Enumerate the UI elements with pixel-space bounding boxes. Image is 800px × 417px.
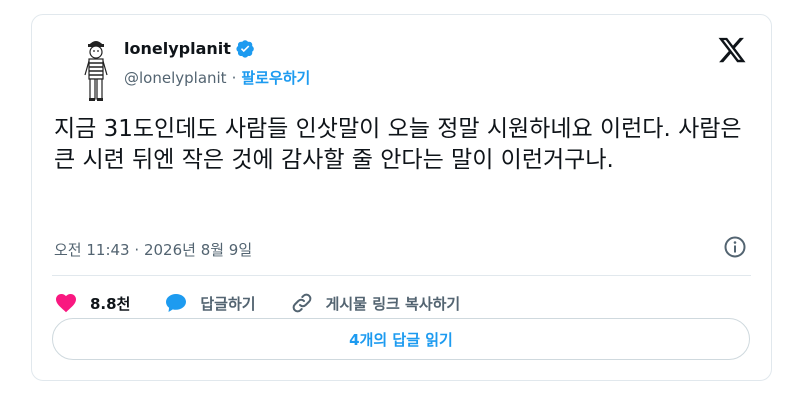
reply-bubble-icon: [166, 294, 187, 312]
handle-separator: ·: [231, 68, 237, 87]
read-replies-button[interactable]: 4개의 답글 읽기: [52, 318, 750, 360]
info-icon[interactable]: [723, 235, 747, 259]
tweet-time: 오전 11:43: [54, 241, 130, 259]
heart-icon: [56, 294, 76, 313]
tweet-text: 지금 31도인데도 사람들 인삿말이 오늘 정말 시원하네요 이런다. 사람은 …: [54, 116, 742, 173]
x-logo-icon[interactable]: [717, 35, 747, 65]
tweet-date: 2026년 8월 9일: [143, 241, 253, 259]
copy-link-button[interactable]: 게시물 링크 복사하기: [290, 291, 461, 315]
handle-row: @lonelyplanit · 팔로우하기: [124, 67, 310, 88]
meta-separator: ·: [134, 241, 140, 259]
link-icon: [292, 293, 311, 313]
reply-label: 답글하기: [200, 294, 256, 313]
copy-link-label: 게시물 링크 복사하기: [325, 294, 461, 313]
avatar[interactable]: [74, 35, 118, 105]
display-name[interactable]: lonelyplanit: [124, 39, 231, 58]
tweet-card: lonelyplanit @lonelyplanit · 팔로우하기 지금 31…: [31, 14, 772, 381]
divider: [52, 275, 751, 276]
reply-button[interactable]: 답글하기: [164, 291, 256, 315]
tweet-timestamp[interactable]: 오전 11:43 · 2026년 8월 9일: [54, 239, 252, 260]
user-handle[interactable]: @lonelyplanit: [124, 69, 227, 87]
follow-button[interactable]: 팔로우하기: [241, 67, 310, 88]
name-row: lonelyplanit: [124, 39, 255, 58]
verified-badge-icon: [236, 40, 254, 58]
like-button[interactable]: 8.8천: [54, 291, 130, 315]
like-count: 8.8천: [90, 294, 131, 313]
